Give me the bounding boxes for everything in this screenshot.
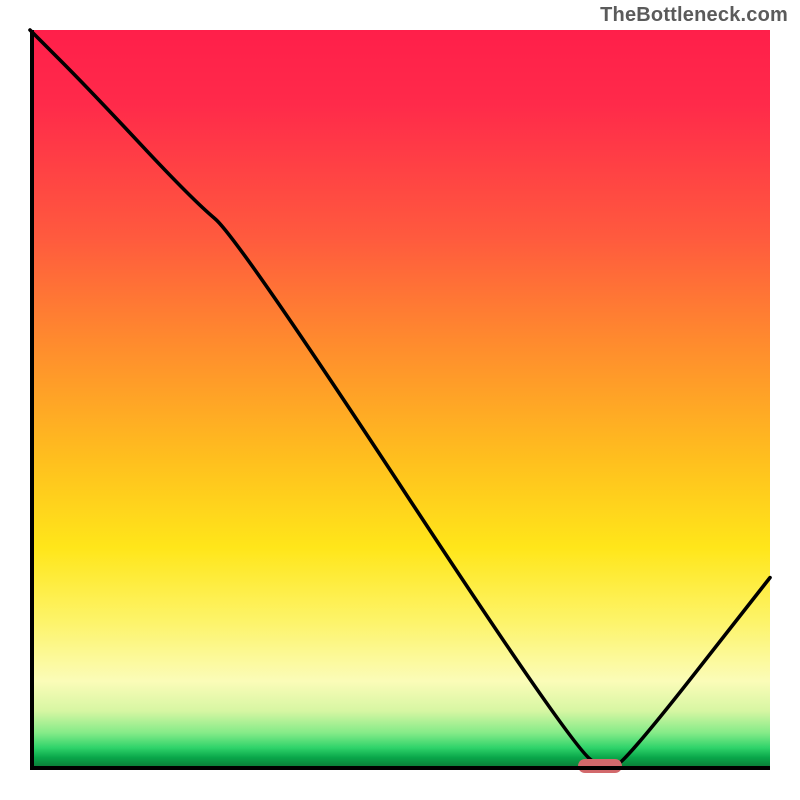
x-axis-line bbox=[30, 766, 770, 770]
bottleneck-curve-path bbox=[30, 30, 770, 766]
chart-canvas: TheBottleneck.com bbox=[0, 0, 800, 800]
y-axis-line bbox=[30, 30, 34, 770]
plot-area bbox=[30, 30, 770, 770]
watermark-text: TheBottleneck.com bbox=[600, 4, 788, 27]
curve-overlay bbox=[30, 30, 770, 770]
